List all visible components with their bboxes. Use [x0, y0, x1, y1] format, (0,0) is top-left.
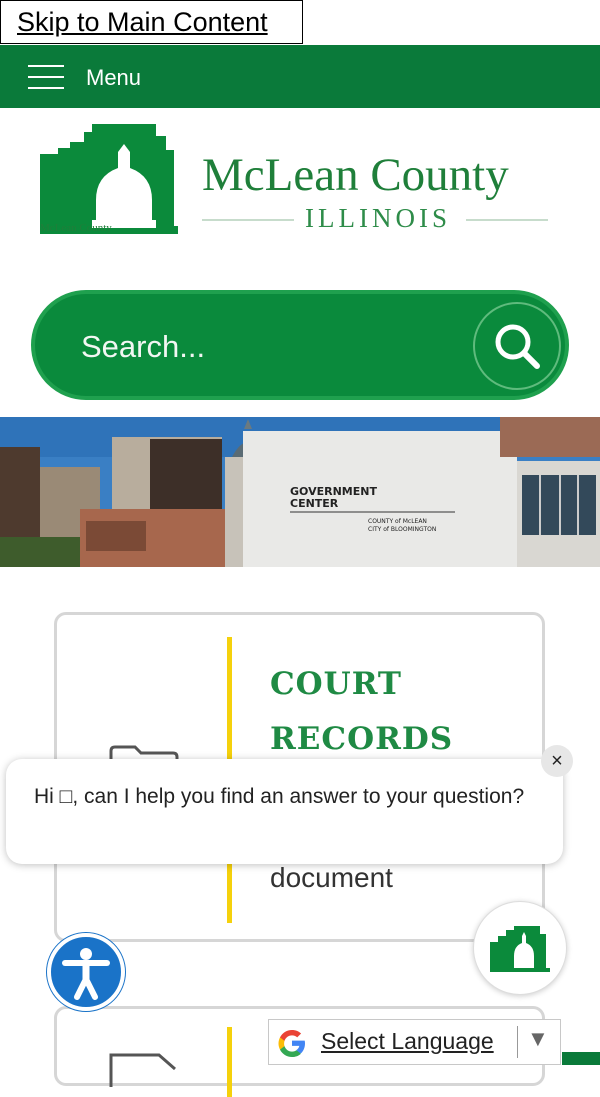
svg-text:CENTER: CENTER [290, 497, 339, 510]
card-title: COURT RECORDS [270, 666, 454, 757]
select-language-label: Select Language [321, 1028, 494, 1054]
card-description: document [270, 862, 393, 893]
menu-button-label[interactable]: Menu [86, 65, 141, 91]
chatbot-message: Hi □, can I help you find an answer to y… [34, 785, 525, 808]
accessibility-button[interactable] [47, 933, 125, 1011]
search-button[interactable] [473, 302, 561, 390]
divider [517, 1026, 518, 1058]
search-input[interactable] [79, 318, 463, 376]
county-logo-icon [490, 926, 550, 972]
chatbot-greeting-bubble[interactable]: Hi □, can I help you find an answer to y… [6, 759, 563, 864]
state-name: ILLINOIS [305, 203, 451, 233]
top-nav-bar: Menu [0, 45, 600, 108]
svg-text:CITY of BLOOMINGTON: CITY of BLOOMINGTON [368, 526, 436, 533]
edge-decoration [562, 1052, 600, 1065]
document-icon [109, 1053, 176, 1087]
county-name: McLean County [202, 149, 509, 201]
search-bar [31, 290, 569, 400]
logo-mini-text: McLean County [40, 222, 112, 234]
chatbot-launcher-button[interactable] [473, 901, 567, 995]
search-icon [495, 324, 540, 369]
svg-text:COUNTY of McLEAN: COUNTY of McLEAN [368, 518, 427, 525]
google-icon [278, 1030, 305, 1057]
skip-to-main-link[interactable]: Skip to Main Content [0, 0, 303, 44]
close-icon[interactable]: × [541, 745, 573, 777]
card-accent-bar [227, 1027, 232, 1097]
government-center-banner-image: GOVERNMENT CENTER COUNTY of McLEAN CITY … [0, 417, 600, 567]
accessibility-icon [62, 948, 110, 1000]
hamburger-icon[interactable] [28, 63, 64, 91]
language-selector[interactable]: Select Language ▼ [268, 1019, 561, 1065]
dropdown-arrow-icon: ▼ [527, 1026, 549, 1051]
